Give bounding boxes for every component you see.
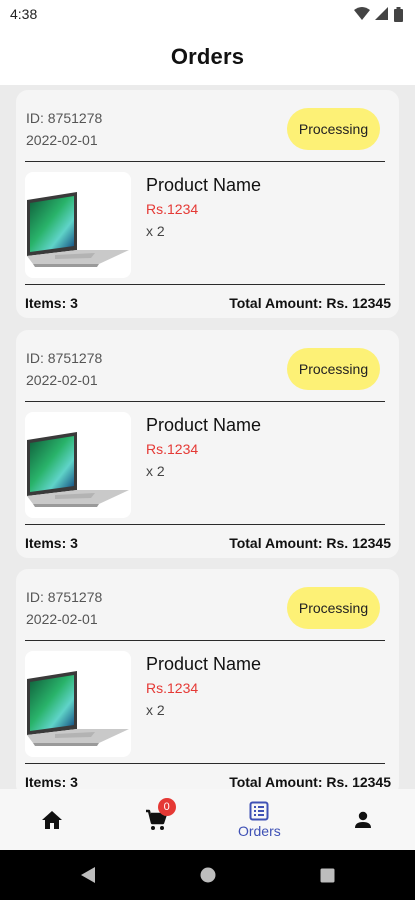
order-id: ID: 8751278 [26, 589, 103, 605]
items-count: Items: 3 [25, 774, 78, 789]
signal-icon [375, 7, 388, 20]
status-time: 4:38 [10, 6, 38, 22]
order-date: 2022-02-01 [26, 611, 98, 627]
product-name: Product Name [146, 654, 262, 674]
home-system-button[interactable] [148, 850, 268, 900]
recents-button[interactable] [268, 850, 388, 900]
back-button[interactable] [28, 850, 148, 900]
status-bar: 4:38 [0, 0, 415, 28]
cart-count-badge: 0 [157, 797, 176, 816]
product-name: Product Name [146, 415, 262, 435]
divider [25, 763, 385, 764]
order-card[interactable]: ID: 8751278 2022-02-01 Processing Produc… [16, 330, 399, 558]
nav-home[interactable] [0, 789, 104, 850]
wifi-icon [354, 7, 370, 20]
system-navigation-bar [0, 850, 415, 900]
items-count: Items: 3 [25, 295, 78, 311]
order-id: ID: 8751278 [26, 350, 103, 366]
product-quantity: x 2 [146, 702, 165, 718]
home-icon [41, 810, 62, 829]
nav-cart[interactable]: 0 [104, 789, 208, 850]
laptop-image [27, 192, 129, 267]
page-title: Orders [170, 43, 245, 69]
product-image [25, 172, 131, 278]
order-card[interactable]: ID: 8751278 2022-02-01 Processing Produc… [16, 90, 399, 318]
order-date: 2022-02-01 [26, 132, 98, 148]
status-badge: Processing [287, 108, 380, 150]
app-header: Orders [0, 28, 415, 85]
total-amount: Total Amount: Rs. 12345 [229, 774, 391, 789]
order-date: 2022-02-01 [26, 372, 98, 388]
profile-icon [355, 811, 372, 828]
product-price: Rs.1234 [146, 441, 199, 457]
items-count: Items: 3 [25, 535, 78, 551]
order-card[interactable]: ID: 8751278 2022-02-01 Processing Produc… [16, 569, 399, 789]
battery-icon [394, 6, 403, 22]
bottom-nav: 0 Orders [0, 789, 415, 850]
divider [25, 640, 385, 641]
divider [25, 284, 385, 285]
order-id: ID: 8751278 [26, 110, 103, 126]
status-badge: Processing [287, 348, 380, 390]
product-image [25, 651, 131, 757]
status-icons [354, 6, 403, 22]
recents-square-icon [320, 868, 335, 882]
total-amount: Total Amount: Rs. 12345 [229, 535, 391, 551]
total-amount: Total Amount: Rs. 12345 [229, 295, 391, 311]
back-triangle-icon [80, 867, 95, 883]
nav-orders-label: Orders [237, 822, 281, 839]
product-image [25, 412, 131, 518]
laptop-image [27, 432, 129, 507]
laptop-image [27, 671, 129, 746]
nav-orders[interactable]: Orders [208, 789, 312, 850]
orders-list-icon [249, 801, 269, 820]
product-price: Rs.1234 [146, 680, 199, 696]
product-name: Product Name [146, 175, 262, 195]
divider [25, 401, 385, 402]
home-circle-icon [200, 867, 215, 883]
product-quantity: x 2 [146, 223, 165, 239]
nav-profile[interactable] [311, 789, 415, 850]
order-list[interactable]: ID: 8751278 2022-02-01 Processing Produc… [0, 85, 415, 789]
product-price: Rs.1234 [146, 201, 199, 217]
product-quantity: x 2 [146, 463, 165, 479]
divider [25, 161, 385, 162]
divider [25, 524, 385, 525]
status-badge: Processing [287, 587, 380, 629]
